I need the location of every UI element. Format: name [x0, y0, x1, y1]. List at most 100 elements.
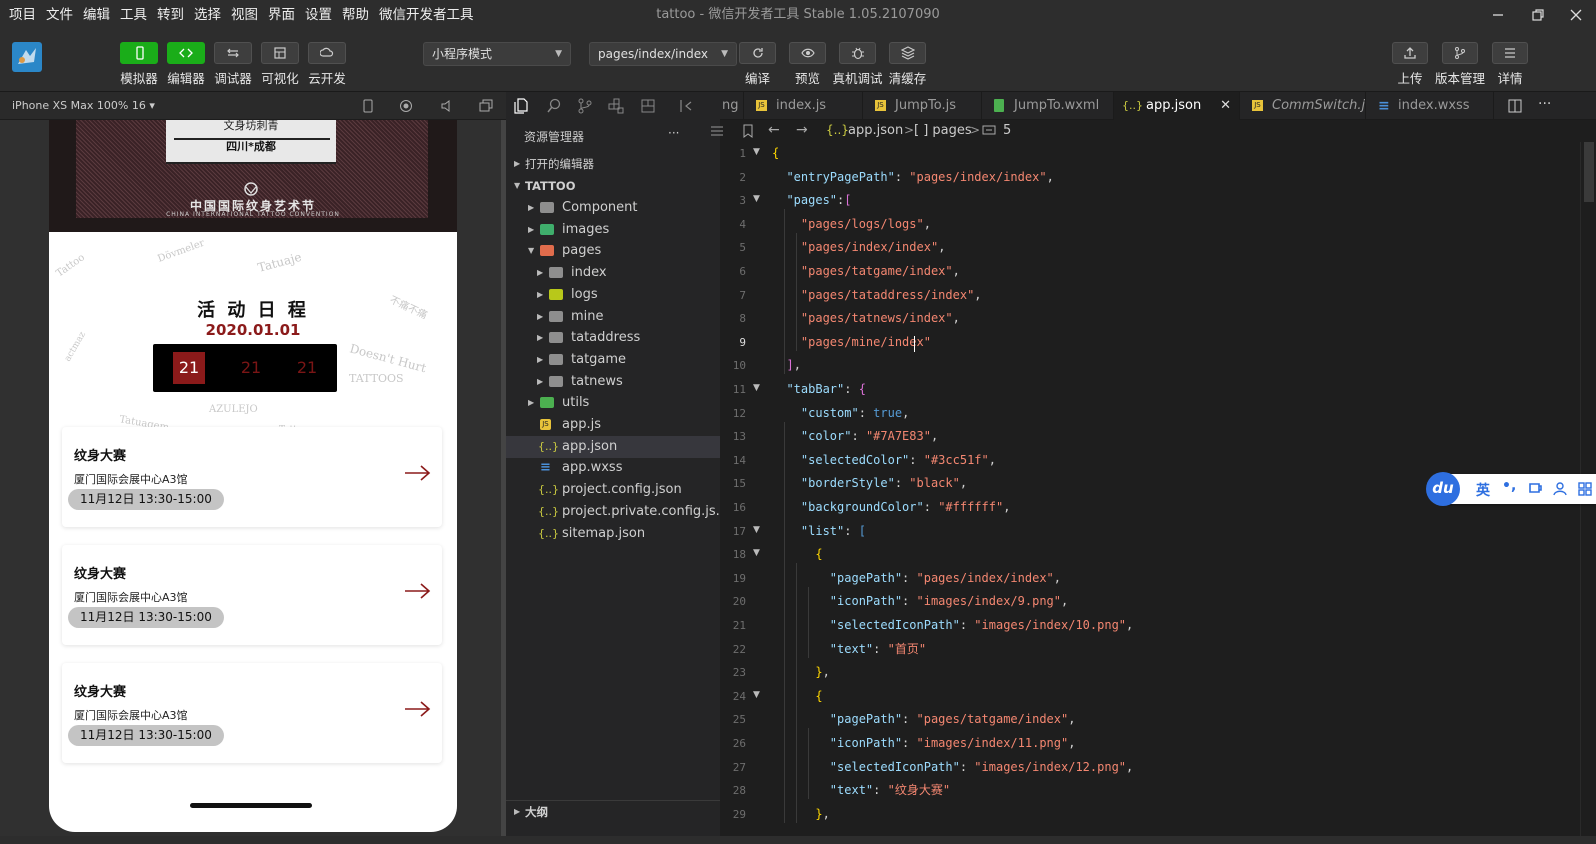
phone-button[interactable] — [120, 42, 158, 64]
eye-button[interactable] — [789, 42, 826, 64]
restore-button[interactable] — [1518, 0, 1558, 30]
fold-chevron-icon[interactable]: ▼ — [753, 383, 760, 393]
ime-punct-toggle[interactable]: •, — [1502, 478, 1516, 494]
editor-tab[interactable]: JumpTo.wxml — [982, 92, 1114, 120]
breadcrumb-item[interactable]: 5 — [1003, 123, 1011, 138]
tree-item[interactable]: JS app.js — [506, 414, 720, 436]
code-line[interactable]: "iconPath": "images/index/9.png", — [772, 590, 1068, 614]
collapse-icon[interactable] — [678, 98, 694, 114]
tree-item[interactable]: ▼ pages — [506, 240, 720, 262]
editor-tab[interactable]: ≡ index.wxss — [1366, 92, 1494, 120]
code-line[interactable]: "selectedColor": "#3cc51f", — [772, 449, 996, 473]
tree-item[interactable]: {..} sitemap.json — [506, 523, 720, 545]
fold-chevron-icon[interactable]: ▼ — [753, 690, 760, 700]
page-select[interactable]: pages/index/index ▼ — [589, 42, 737, 66]
bug-button[interactable] — [839, 42, 876, 64]
refresh-button[interactable] — [739, 42, 776, 64]
code-line[interactable]: "selectedIconPath": "images/index/12.png… — [772, 756, 1133, 780]
code-line[interactable]: "pagePath": "pages/tatgame/index", — [772, 708, 1076, 732]
code-line[interactable]: "pages/tatnews/index", — [772, 307, 960, 331]
bookmark-icon[interactable] — [742, 124, 754, 138]
close-window-button[interactable] — [1556, 0, 1596, 30]
day-option-active[interactable]: 21 — [173, 352, 205, 384]
editor-tab[interactable]: JS index.js — [744, 92, 863, 120]
upload-button[interactable] — [1392, 42, 1428, 64]
fold-chevron-icon[interactable]: ▼ — [753, 525, 760, 535]
code-line[interactable]: ], — [772, 354, 800, 378]
ime-cup-icon[interactable] — [1528, 482, 1542, 496]
tree-item[interactable]: {..} app.json — [506, 435, 720, 458]
event-card[interactable]: 纹身大赛 厦门国际会展中心A3馆 11月12日 13:30-15:00 — [62, 545, 442, 645]
open-editors-section[interactable]: ▶ 打开的编辑器 — [506, 153, 720, 175]
project-avatar[interactable] — [12, 42, 42, 72]
tree-item[interactable]: ▶ tatnews — [506, 371, 720, 393]
layers-button[interactable] — [889, 42, 926, 64]
editor-tab[interactable]: {..} app.json ✕ — [1114, 92, 1240, 120]
code-line[interactable]: { — [772, 685, 822, 709]
tree-item[interactable]: ▶ logs — [506, 284, 720, 306]
editor-more-icon[interactable]: ··· — [1538, 96, 1551, 112]
code-line[interactable]: "entryPagePath": "pages/index/index", — [772, 166, 1053, 190]
source-control-icon[interactable] — [577, 98, 593, 114]
code-line[interactable]: "pagePath": "pages/index/index", — [772, 567, 1061, 591]
layout-button[interactable] — [261, 42, 299, 64]
tree-item[interactable]: ▶ Component — [506, 197, 720, 219]
branch-button[interactable] — [1442, 42, 1478, 64]
code-line[interactable]: "borderStyle": "black", — [772, 472, 967, 496]
forward-icon[interactable]: → — [796, 122, 808, 138]
project-section[interactable]: ▼ TATTOO — [506, 175, 720, 197]
tree-item[interactable]: ▶ tatgame — [506, 349, 720, 371]
device-select[interactable]: iPhone XS Max 100% 16 ▾ — [12, 92, 155, 119]
ime-lang-toggle[interactable]: 英 — [1476, 480, 1490, 500]
code-line[interactable]: }, — [772, 803, 829, 827]
extensions-icon[interactable] — [608, 98, 624, 114]
code-line[interactable]: "tabBar": { — [772, 378, 865, 402]
fold-chevron-icon[interactable]: ▼ — [753, 194, 760, 204]
code-line[interactable]: "custom": true, — [772, 402, 909, 426]
layout-panel-icon[interactable] — [640, 98, 656, 114]
tree-item[interactable]: ▶ mine — [506, 306, 720, 328]
ime-user-icon[interactable] — [1553, 482, 1567, 496]
breadcrumb-pages[interactable]: [ ] pages — [914, 123, 972, 138]
menu-button[interactable] — [1492, 42, 1528, 64]
record-icon[interactable] — [399, 99, 413, 113]
minimize-button[interactable] — [1478, 0, 1518, 30]
detach-window-icon[interactable] — [479, 99, 493, 113]
editor-tab[interactable]: ng — [720, 92, 744, 120]
tree-item[interactable]: ▶ images — [506, 219, 720, 241]
code-line[interactable]: "backgroundColor": "#ffffff", — [772, 496, 1011, 520]
list-icon[interactable] — [710, 124, 724, 138]
code-line[interactable]: "iconPath": "images/index/11.png", — [772, 732, 1076, 756]
volume-icon[interactable] — [440, 99, 454, 113]
scrollbar-thumb[interactable] — [1584, 142, 1594, 202]
day-option[interactable]: 21 — [235, 352, 267, 384]
tree-item[interactable]: ▶ index — [506, 262, 720, 284]
code-line[interactable]: "pages/tatgame/index", — [772, 260, 960, 284]
code-line[interactable]: { — [772, 543, 822, 567]
code-line[interactable]: "color": "#7A7E83", — [772, 425, 938, 449]
code-button[interactable] — [167, 42, 205, 64]
close-tab-icon[interactable]: ✕ — [1220, 92, 1231, 120]
code-line[interactable]: }, — [772, 661, 829, 685]
debug-button[interactable] — [214, 42, 252, 64]
tree-item[interactable]: {..} project.private.config.js... — [506, 501, 728, 523]
event-card[interactable]: 纹身大赛 厦门国际会展中心A3馆 11月12日 13:30-15:00 — [62, 663, 442, 763]
code-line[interactable]: { — [772, 142, 779, 166]
day-option[interactable]: 21 — [291, 352, 323, 384]
home-indicator[interactable] — [190, 803, 312, 808]
cloud-button[interactable] — [308, 42, 346, 64]
outline-section[interactable]: ▶ 大纲 — [506, 800, 720, 822]
tree-item[interactable]: ▶ utils — [506, 392, 720, 414]
code-line[interactable]: "list": [ — [772, 520, 866, 544]
code-line[interactable]: "pages/index/index", — [772, 236, 946, 260]
editor-tab[interactable]: JS CommSwitch.js — [1240, 92, 1366, 120]
tree-item[interactable]: ≡ app.wxss — [506, 457, 720, 479]
event-card[interactable]: 纹身大赛 厦门国际会展中心A3馆 11月12日 13:30-15:00 — [62, 427, 442, 527]
mode-select[interactable]: 小程序模式 ▼ — [423, 42, 571, 66]
fold-chevron-icon[interactable]: ▼ — [753, 147, 760, 157]
editor-tab[interactable]: JS JumpTo.js — [863, 92, 982, 120]
arrow-right-icon[interactable] — [404, 463, 432, 487]
phone-icon[interactable] — [362, 99, 374, 113]
back-icon[interactable]: ← — [768, 122, 780, 138]
split-editor-icon[interactable] — [1508, 99, 1522, 113]
